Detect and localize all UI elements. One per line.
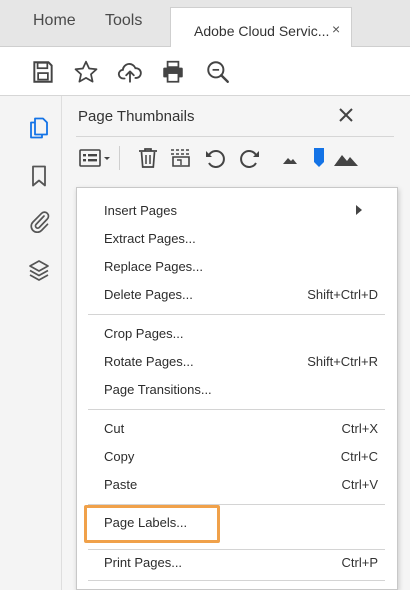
save-icon[interactable] (30, 59, 56, 85)
close-panel-icon[interactable] (336, 105, 356, 125)
menu-item-insert-pages[interactable]: Insert Pages (77, 198, 397, 224)
menu-item-label: Print Pages... (104, 555, 183, 570)
search-zoom-icon[interactable] (205, 59, 231, 85)
menu-item-shortcut: Ctrl+V (341, 477, 378, 492)
menu-item-label: Delete Pages... (104, 287, 193, 302)
menu-item-label: Extract Pages... (104, 231, 196, 246)
delete-icon[interactable] (136, 146, 160, 170)
tab-bar: Home Tools Adobe Cloud Servic... × (0, 0, 410, 48)
menu-item-extract-pages[interactable]: Extract Pages... (77, 226, 397, 252)
menu-item-crop-pages[interactable]: Crop Pages... (77, 321, 397, 347)
star-icon[interactable] (73, 59, 99, 85)
cloud-upload-icon[interactable] (117, 59, 143, 85)
page-thumbnails-icon[interactable] (27, 116, 51, 140)
menu-item-shortcut: Ctrl+X (341, 421, 378, 436)
menu-item-label: Replace Pages... (104, 259, 204, 274)
menu-item-cut[interactable]: Cut Ctrl+X (77, 416, 397, 442)
attachment-icon[interactable] (27, 209, 51, 233)
menu-item-delete-pages[interactable]: Delete Pages... Shift+Ctrl+D (77, 282, 397, 308)
tab-home[interactable]: Home (33, 12, 76, 30)
left-navigation-pane (0, 96, 62, 590)
menu-item-label: Cut (104, 421, 125, 436)
menu-item-rotate-pages[interactable]: Rotate Pages... Shift+Ctrl+R (77, 349, 397, 375)
zoom-out-icon[interactable] (281, 146, 299, 170)
crop-icon[interactable] (169, 146, 193, 170)
menu-item-shortcut: Shift+Ctrl+R (307, 354, 378, 369)
panel-title: Page Thumbnails (78, 108, 195, 125)
menu-item-shortcut: Shift+Ctrl+D (307, 287, 378, 302)
menu-item-page-transitions[interactable]: Page Transitions... (77, 377, 397, 403)
menu-separator (88, 409, 385, 410)
menu-separator (88, 580, 385, 581)
zoom-slider-icon[interactable] (312, 146, 326, 170)
menu-item-shortcut: Ctrl+C (340, 449, 378, 464)
tab-document[interactable]: Adobe Cloud Servic... × (170, 7, 352, 48)
menu-item-paste[interactable]: Paste Ctrl+V (77, 472, 397, 498)
options-menu-icon[interactable] (78, 146, 112, 170)
menu-item-copy[interactable]: Copy Ctrl+C (77, 444, 397, 470)
menu-item-label: Page Transitions... (104, 382, 212, 397)
rotate-left-icon[interactable] (203, 146, 227, 170)
submenu-arrow-icon (356, 205, 362, 215)
menu-item-replace-pages[interactable]: Replace Pages... (77, 254, 397, 280)
close-tab-icon[interactable]: × (332, 21, 340, 37)
menu-item-shortcut: Ctrl+P (341, 555, 378, 570)
panel-divider (76, 136, 394, 137)
menu-item-label: Insert Pages (104, 203, 177, 218)
tab-document-label: Adobe Cloud Servic... (194, 23, 330, 39)
rotate-right-icon[interactable] (238, 146, 262, 170)
menu-item-label: Rotate Pages... (104, 354, 194, 369)
zoom-in-icon[interactable] (333, 146, 359, 170)
menu-separator (88, 314, 385, 315)
page-labels-highlight (84, 505, 220, 543)
menu-item-label: Copy (104, 449, 135, 464)
toolbar-separator (119, 146, 120, 170)
bookmark-icon[interactable] (27, 164, 51, 188)
layers-icon[interactable] (27, 258, 51, 282)
print-icon[interactable] (160, 59, 186, 85)
tab-tools[interactable]: Tools (105, 12, 142, 30)
menu-item-print-pages[interactable]: Print Pages... Ctrl+P (77, 550, 397, 576)
menu-item-label: Paste (104, 477, 138, 492)
main-toolbar (0, 47, 410, 96)
menu-item-label: Crop Pages... (104, 326, 184, 341)
